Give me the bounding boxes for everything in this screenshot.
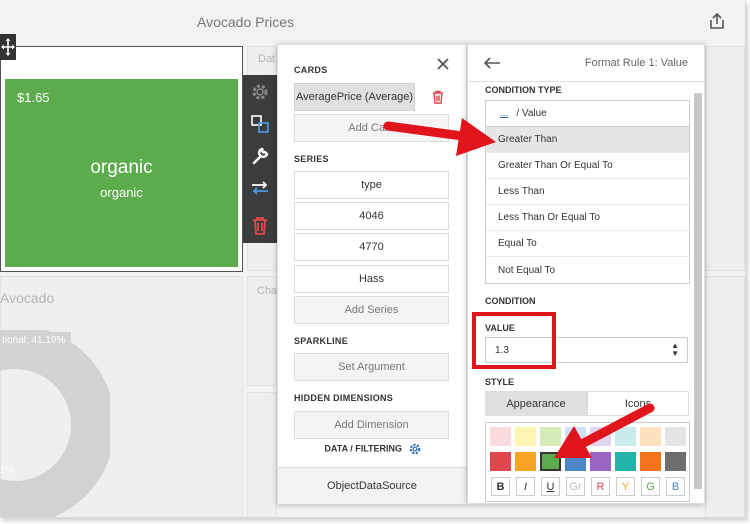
condition-type-value: / Value [516,108,547,119]
sparkline-section-label: SPARKLINE [294,336,349,346]
series-item-hass[interactable]: Hass [294,265,449,293]
set-argument-button[interactable]: Set Argument [294,353,449,381]
options-button[interactable] [249,145,271,167]
style-label: STYLE [485,377,515,387]
format-button-6[interactable]: Y [616,477,635,496]
swatch-light-1[interactable] [490,427,511,446]
item-toolbar [243,75,277,243]
swatch-light-3[interactable] [540,427,561,446]
pie-label: tional: 41.19% [0,332,72,350]
format-rule-panel: Format Rule 1: Value CONDITION TYPE ... … [467,44,705,504]
series-item-4770[interactable]: 4770 [294,233,449,261]
datasource-name[interactable]: ObjectDataSource [278,467,466,504]
panel-scrollbar[interactable] [694,93,702,489]
format-button-2[interactable]: I [516,477,535,496]
swatch-light-2[interactable] [515,427,536,446]
format-button-8[interactable]: B [666,477,685,496]
value-spinner[interactable]: ▲ ▼ [671,342,679,358]
swatch-light-6[interactable] [615,427,636,446]
swatch-dark-6[interactable] [615,452,636,471]
trash-icon [253,217,267,235]
export-icon[interactable] [708,12,726,30]
condition-less-than[interactable]: Less Than [486,179,689,205]
condition-type-select[interactable]: ... / Value [485,100,690,127]
condition-list: Greater Than Greater Than Or Equal To Le… [485,126,690,284]
series-item-type[interactable]: type [294,171,449,199]
pie-label-bottom: 1% [0,465,15,476]
swatch-light-8[interactable] [665,427,686,446]
swatch-dark-7[interactable] [640,452,661,471]
data-filtering-link[interactable]: DATA / FILTERING [278,442,468,456]
gear-icon [252,84,268,100]
bg-chart-title: Cha [257,285,278,297]
condition-type-glyph: ... [500,108,509,119]
condition-not-equal-to[interactable]: Not Equal To [486,257,689,283]
hidden-dimensions-label: HIDDEN DIMENSIONS [294,393,394,403]
card-price: $1.65 [17,90,50,105]
swatch-light-5[interactable] [590,427,611,446]
tab-appearance[interactable]: Appearance [485,391,587,416]
move-icon[interactable] [0,34,16,60]
delete-item-button[interactable] [249,215,271,237]
format-button-4[interactable]: Gr [566,477,585,496]
swatch-dark-4[interactable] [565,452,586,471]
swap-arrows-icon [252,181,268,195]
format-button-5[interactable]: R [591,477,610,496]
remove-card-trash-icon[interactable] [431,90,445,104]
card-binding-averageprice[interactable]: AveragePrice (Average) [294,83,415,111]
gear-icon [409,443,420,455]
data-filtering-label: DATA / FILTERING [324,443,403,454]
pie-title: Avocado [0,290,55,306]
swatch-dark-2[interactable] [515,452,536,471]
interactivity-button[interactable] [249,177,271,199]
dashboard-title: Avocado Prices [197,14,295,30]
bindings-panel: CARDS AveragePrice (Average) Add Card SE… [277,44,467,504]
condition-equal-to[interactable]: Equal To [486,231,689,257]
series-item-4046[interactable]: 4046 [294,202,449,230]
convert-icon [251,115,269,133]
card-main-value: organic [90,157,153,178]
condition-greater-than-or-equal[interactable]: Greater Than Or Equal To [486,153,689,179]
close-icon[interactable] [432,53,454,75]
bg-tile-title: Dat [258,53,276,65]
add-dimension-button[interactable]: Add Dimension [294,411,449,439]
swatch-dark-5[interactable] [590,452,611,471]
add-series-button[interactable]: Add Series [294,296,449,324]
back-arrow-icon[interactable] [482,55,502,71]
condition-greater-than[interactable]: Greater Than [486,127,689,153]
tab-icons[interactable]: Icons [587,391,689,416]
bg-tile-bottom [247,392,277,517]
swatch-dark-1[interactable] [490,452,511,471]
card-widget[interactable]: $1.65 organic organic [0,46,243,272]
swatch-dark-8[interactable] [665,452,686,471]
condition-less-than-or-equal[interactable]: Less Than Or Equal To [486,205,689,231]
condition-label: CONDITION [485,296,536,306]
wrench-icon [252,147,269,165]
bg-tile-right-bottom [705,276,745,517]
bg-tile-right-top [705,46,745,271]
add-card-button[interactable]: Add Card [294,114,449,142]
appearance-palette: B I U Gr R Y G B [485,422,690,502]
card-sub-value: organic [100,185,143,200]
settings-button[interactable] [249,81,271,103]
cards-section-label: CARDS [294,65,328,75]
swatch-dark-3[interactable] [540,452,561,471]
format-button-7[interactable]: G [641,477,660,496]
series-section-label: SERIES [294,154,329,164]
format-button-1[interactable]: B [491,477,510,496]
swatch-light-7[interactable] [640,427,661,446]
format-button-3[interactable]: U [541,477,560,496]
condition-type-label: CONDITION TYPE [485,85,562,95]
pie-chart [0,330,110,517]
swatch-light-4[interactable] [565,427,586,446]
convert-button[interactable] [249,113,271,135]
header-divider [468,81,704,82]
format-rule-title: Format Rule 1: Value [584,57,688,69]
card-tile[interactable]: $1.65 organic organic [5,79,238,267]
value-highlight-box [472,312,556,369]
